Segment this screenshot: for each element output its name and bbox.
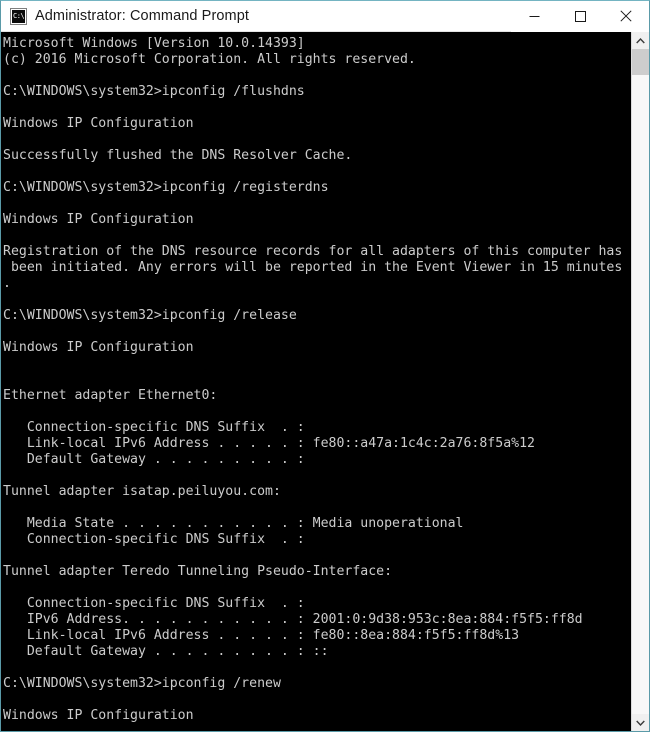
window-controls	[511, 1, 649, 32]
console-line: Successfully flushed the DNS Resolver Ca…	[3, 148, 353, 163]
scrollbar-thumb[interactable]	[632, 49, 649, 75]
console-line: Windows IP Configuration	[3, 708, 194, 723]
scrollbar-track[interactable]	[632, 49, 649, 714]
scroll-down-icon[interactable]	[632, 714, 649, 731]
window-title: Administrator: Command Prompt	[35, 8, 250, 24]
console-line: Default Gateway . . . . . . . . . :	[3, 452, 305, 467]
title-bar[interactable]: C:\ Administrator: Command Prompt	[1, 1, 649, 32]
console-icon-glyph: C:\	[12, 9, 25, 23]
console-line: IPv6 Address. . . . . . . . . . . : 2001…	[3, 612, 583, 627]
console-line: Connection-specific DNS Suffix . :	[3, 532, 305, 547]
console-line: Tunnel adapter Teredo Tunneling Pseudo-I…	[3, 564, 393, 579]
console-line: Windows IP Configuration	[3, 116, 194, 131]
console-area[interactable]: Microsoft Windows [Version 10.0.14393] (c…	[1, 32, 649, 731]
console-line: C:\WINDOWS\system32>ipconfig /flushdns	[3, 84, 305, 99]
console-line: Link-local IPv6 Address . . . . . : fe80…	[3, 436, 535, 451]
console-line: C:\WINDOWS\system32>ipconfig /release	[3, 308, 297, 323]
close-button[interactable]	[603, 1, 649, 32]
console-line: Windows IP Configuration	[3, 340, 194, 355]
console-line: been initiated. Any errors will be repor…	[3, 260, 623, 275]
minimize-button[interactable]	[511, 1, 557, 32]
scroll-up-icon[interactable]	[632, 32, 649, 49]
console-icon: C:\	[10, 7, 27, 25]
console-line: Link-local IPv6 Address . . . . . : fe80…	[3, 628, 520, 643]
console-line: Registration of the DNS resource records…	[3, 244, 623, 259]
console-line: C:\WINDOWS\system32>ipconfig /renew	[3, 676, 281, 691]
maximize-button[interactable]	[557, 1, 603, 32]
console-line: Ethernet adapter Ethernet0:	[3, 388, 218, 403]
console-line: Windows IP Configuration	[3, 212, 194, 227]
console-line: Connection-specific DNS Suffix . :	[3, 596, 305, 611]
console-output[interactable]: Microsoft Windows [Version 10.0.14393] (c…	[1, 32, 631, 731]
console-line: Connection-specific DNS Suffix . :	[3, 420, 305, 435]
console-line: Default Gateway . . . . . . . . . : ::	[3, 644, 329, 659]
console-line: C:\WINDOWS\system32>ipconfig /registerdn…	[3, 180, 329, 195]
command-prompt-window: C:\ Administrator: Command Prompt Micros…	[0, 0, 650, 732]
console-line: (c) 2016 Microsoft Corporation. All righ…	[3, 52, 416, 67]
console-line: Media State . . . . . . . . . . . : Medi…	[3, 516, 464, 531]
console-line: .	[3, 276, 11, 291]
console-line: Tunnel adapter isatap.peiluyou.com:	[3, 484, 281, 499]
console-line: Microsoft Windows [Version 10.0.14393]	[3, 36, 305, 51]
vertical-scrollbar[interactable]	[631, 32, 649, 731]
